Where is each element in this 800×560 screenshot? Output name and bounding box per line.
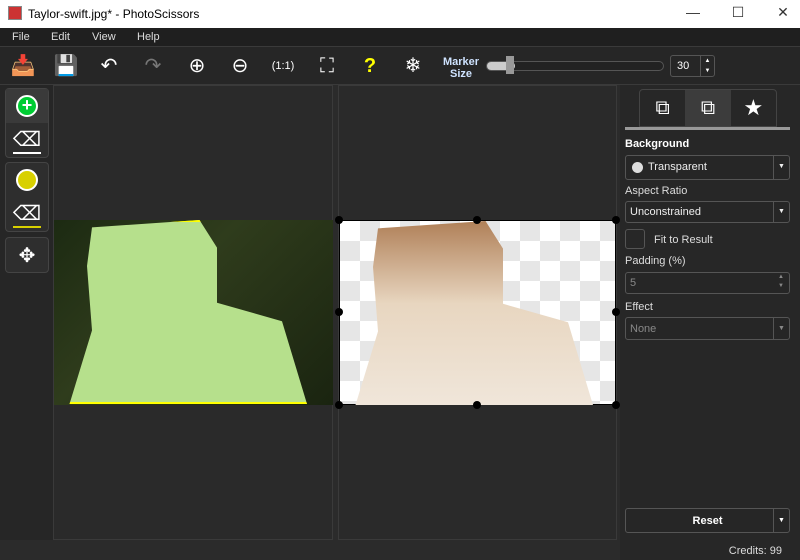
crop-handle[interactable] bbox=[473, 216, 481, 224]
move-tools: ✥ bbox=[5, 237, 49, 273]
redo-icon[interactable]: ↷ bbox=[140, 53, 166, 79]
dropdown-arrow-icon: ▼ bbox=[773, 318, 789, 339]
move-icon: ✥ bbox=[18, 244, 36, 267]
source-image bbox=[54, 220, 333, 405]
foreground-mask bbox=[69, 220, 307, 404]
menu-help[interactable]: Help bbox=[137, 31, 160, 43]
eraser-icon: ⌫ bbox=[12, 127, 42, 154]
crop-handle[interactable] bbox=[612, 401, 620, 409]
help-icon[interactable]: ? bbox=[357, 53, 383, 79]
reset-button[interactable]: Reset ▼ bbox=[625, 508, 790, 533]
settings-panel: ⧉ ⧉ ★ Background Transparent ▼ Aspect Rat… bbox=[620, 85, 800, 560]
padding-spinbox[interactable]: 5 ▲ ▼ bbox=[625, 272, 790, 294]
open-icon[interactable]: 📥 bbox=[10, 53, 36, 79]
move-button[interactable]: ✥ bbox=[6, 238, 48, 272]
marker-size-label: Marker Size bbox=[443, 56, 479, 80]
dropdown-arrow-icon: ▼ bbox=[773, 202, 789, 222]
background-select[interactable]: Transparent ▼ bbox=[625, 155, 790, 180]
background-tab[interactable]: ⧉ bbox=[685, 90, 731, 126]
dropdown-arrow-icon: ▼ bbox=[773, 156, 789, 179]
cutout-subject bbox=[355, 221, 593, 405]
minimize-button[interactable]: — bbox=[678, 4, 708, 24]
aspect-ratio-value: Unconstrained bbox=[630, 206, 701, 218]
marker-label-line1: Marker bbox=[443, 56, 480, 68]
credits-text: Credits: 99 bbox=[728, 545, 782, 557]
title-bar: Taylor-swift.jpg* - PhotoScissors — ☐ ✕ bbox=[0, 0, 800, 28]
marker-size-spinbox[interactable]: 30 ▲ ▼ bbox=[670, 55, 715, 77]
marker-size-value: 30 bbox=[677, 60, 690, 72]
transparent-swatch-icon bbox=[632, 162, 643, 173]
background-value: Transparent bbox=[648, 161, 707, 173]
menu-edit[interactable]: Edit bbox=[51, 31, 70, 43]
aspect-ratio-label: Aspect Ratio bbox=[625, 185, 688, 197]
padding-label: Padding (%) bbox=[625, 255, 686, 267]
background-eraser-button[interactable]: ⌫ bbox=[6, 197, 48, 231]
background-marker-button[interactable] bbox=[6, 163, 48, 197]
yellow-circle-icon bbox=[16, 169, 38, 191]
slider-thumb[interactable] bbox=[506, 56, 515, 74]
window-title: Taylor-swift.jpg* - PhotoScissors bbox=[28, 7, 200, 21]
fit-to-result-label: Fit to Result bbox=[654, 234, 713, 246]
crop-handle[interactable] bbox=[612, 308, 620, 316]
toolbar: 📥 💾 ↶ ↷ ⊕ ⊖ (1:1) ⛶ ? ❄ Marker Size 30 ▲ ▼ bbox=[0, 46, 800, 85]
network-icon[interactable]: ❄ bbox=[400, 53, 426, 79]
plus-icon: + bbox=[16, 95, 38, 117]
undo-icon[interactable]: ↶ bbox=[96, 53, 122, 79]
menu-file[interactable]: File bbox=[12, 31, 30, 43]
marker-label-line2: Size bbox=[450, 68, 473, 80]
effect-label: Effect bbox=[625, 301, 653, 313]
crop-handle[interactable] bbox=[335, 308, 343, 316]
dropdown-arrow-icon[interactable]: ▼ bbox=[773, 509, 789, 532]
effect-value: None bbox=[630, 323, 657, 335]
zoom-in-icon[interactable]: ⊕ bbox=[184, 53, 210, 79]
aspect-ratio-select[interactable]: Unconstrained ▼ bbox=[625, 201, 790, 223]
effects-tab[interactable]: ★ bbox=[731, 90, 776, 126]
foreground-tab[interactable]: ⧉ bbox=[640, 90, 685, 126]
reset-label: Reset bbox=[692, 515, 723, 527]
eraser-icon: ⌫ bbox=[12, 201, 42, 228]
spin-arrows[interactable]: ▲ ▼ bbox=[773, 273, 789, 293]
effect-select[interactable]: None ▼ bbox=[625, 317, 790, 340]
close-button[interactable]: ✕ bbox=[768, 4, 798, 24]
left-toolbar: + ⌫ ⌫ ✥ bbox=[0, 85, 53, 540]
save-icon[interactable]: 💾 bbox=[53, 53, 79, 79]
fit-to-result-checkbox[interactable] bbox=[625, 229, 645, 249]
menu-view[interactable]: View bbox=[92, 31, 116, 43]
result-image bbox=[339, 220, 616, 405]
padding-value: 5 bbox=[630, 277, 637, 289]
crop-handle[interactable] bbox=[473, 401, 481, 409]
crop-handle[interactable] bbox=[335, 401, 343, 409]
zoom-actual-icon[interactable]: (1:1) bbox=[270, 53, 296, 79]
result-canvas[interactable] bbox=[335, 85, 620, 540]
foreground-tools: + ⌫ bbox=[5, 88, 49, 158]
background-tools: ⌫ bbox=[5, 162, 49, 232]
maximize-button[interactable]: ☐ bbox=[723, 4, 753, 24]
source-canvas[interactable] bbox=[53, 85, 333, 540]
spin-arrows[interactable]: ▲ ▼ bbox=[700, 56, 714, 76]
background-label: Background bbox=[625, 138, 690, 150]
crop-handle[interactable] bbox=[612, 216, 620, 224]
eraser-button[interactable]: ⌫ bbox=[6, 123, 48, 157]
crop-handle[interactable] bbox=[335, 216, 343, 224]
menu-bar: File Edit View Help bbox=[0, 28, 800, 46]
zoom-fit-icon[interactable]: ⛶ bbox=[314, 53, 340, 79]
tab-underline bbox=[625, 127, 790, 130]
add-foreground-marker-button[interactable]: + bbox=[6, 89, 48, 123]
panel-tabs: ⧉ ⧉ ★ bbox=[639, 89, 777, 127]
zoom-out-icon[interactable]: ⊖ bbox=[227, 53, 253, 79]
app-icon bbox=[8, 6, 22, 20]
